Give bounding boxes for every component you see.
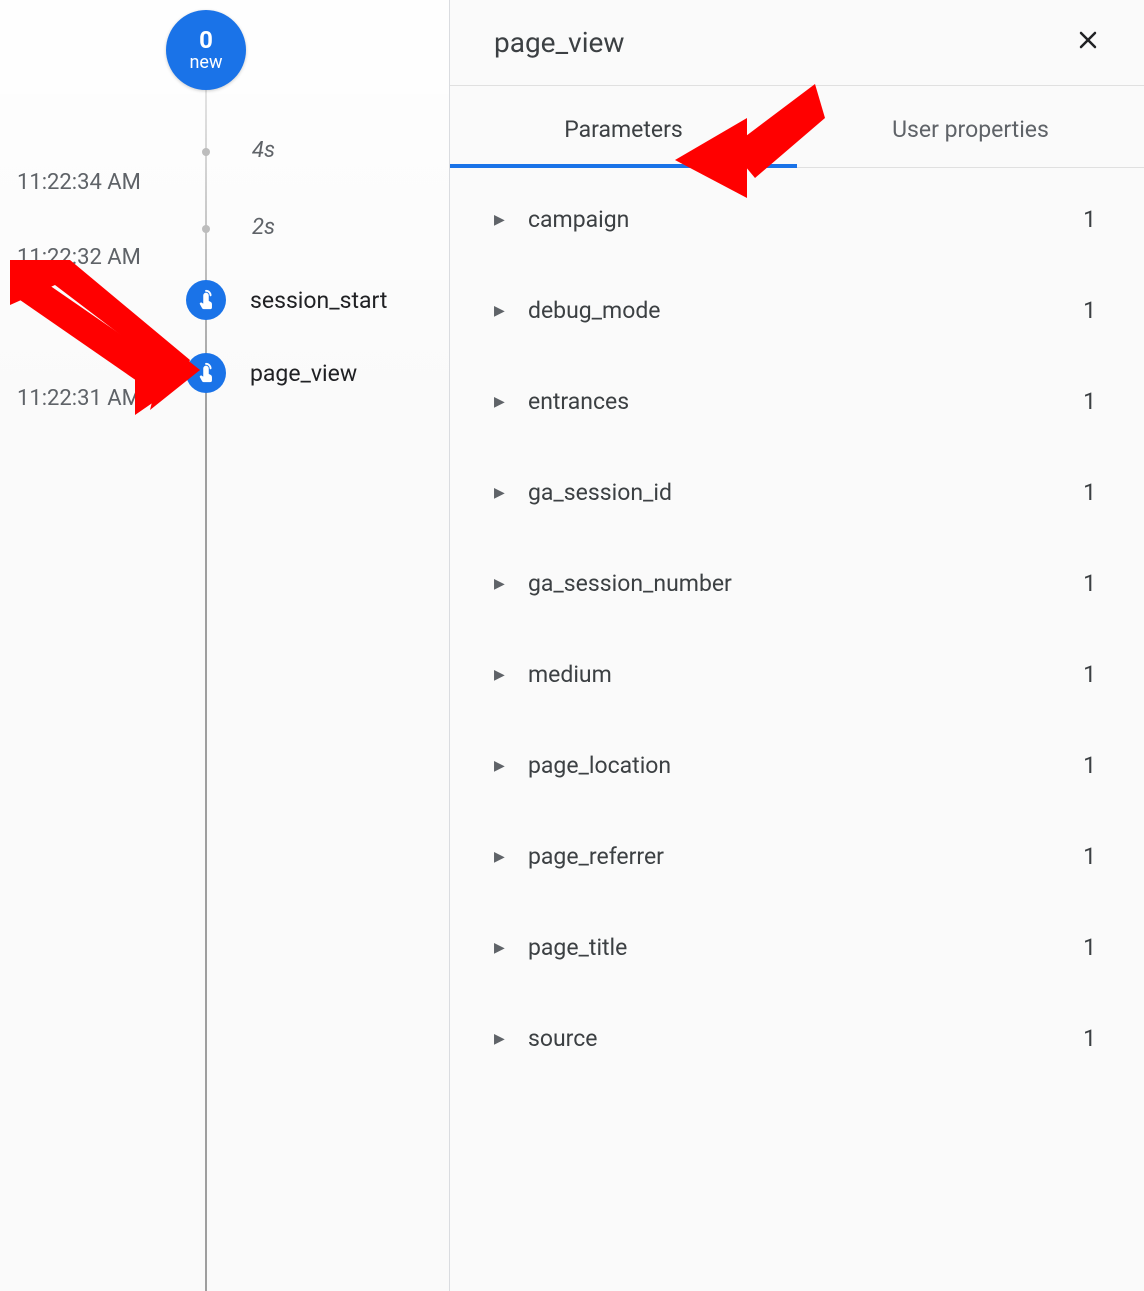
timeline-line — [205, 85, 207, 1291]
new-events-count: 0 — [199, 28, 213, 52]
parameter-count: 1 — [1083, 297, 1096, 324]
parameter-row[interactable]: ▶ page_location 1 — [450, 720, 1144, 811]
details-header: page_view — [450, 0, 1144, 86]
duration-label: 4s — [252, 138, 275, 163]
parameter-key: entrances — [528, 388, 1083, 415]
expand-icon: ▶ — [494, 667, 506, 683]
annotation-arrow-icon — [675, 78, 825, 198]
parameter-key: ga_session_number — [528, 570, 1083, 597]
parameter-row[interactable]: ▶ debug_mode 1 — [450, 265, 1144, 356]
event-label: page_view — [250, 360, 357, 387]
parameter-count: 1 — [1083, 570, 1096, 597]
parameter-key: page_location — [528, 752, 1083, 779]
event-label: session_start — [250, 287, 387, 314]
event-session-start[interactable]: session_start — [186, 280, 387, 320]
new-events-label: new — [189, 54, 222, 72]
tab-label: User properties — [892, 116, 1049, 143]
expand-icon: ▶ — [494, 849, 506, 865]
expand-icon: ▶ — [494, 303, 506, 319]
timeline-tick-dot — [202, 148, 210, 156]
parameter-row[interactable]: ▶ source 1 — [450, 993, 1144, 1084]
timeline-tick-dot — [202, 225, 210, 233]
parameter-count: 1 — [1083, 388, 1096, 415]
parameter-row[interactable]: ▶ entrances 1 — [450, 356, 1144, 447]
expand-icon: ▶ — [494, 940, 506, 956]
parameter-count: 1 — [1083, 934, 1096, 961]
parameter-count: 1 — [1083, 843, 1096, 870]
parameter-row[interactable]: ▶ ga_session_id 1 — [450, 447, 1144, 538]
timeline-pane: 0 new 4s 11:22:34 AM 2s 11:22:32 AM sess… — [0, 0, 450, 1291]
expand-icon: ▶ — [494, 394, 506, 410]
parameter-key: campaign — [528, 206, 1083, 233]
tab-label: Parameters — [564, 116, 683, 143]
close-icon[interactable] — [1072, 24, 1104, 61]
parameter-key: page_referrer — [528, 843, 1083, 870]
parameter-row[interactable]: ▶ medium 1 — [450, 629, 1144, 720]
expand-icon: ▶ — [494, 485, 506, 501]
duration-label: 2s — [252, 215, 275, 240]
parameter-key: page_title — [528, 934, 1083, 961]
parameter-row[interactable]: ▶ page_title 1 — [450, 902, 1144, 993]
expand-icon: ▶ — [494, 576, 506, 592]
event-page-view[interactable]: page_view — [186, 353, 357, 393]
parameter-row[interactable]: ▶ page_referrer 1 — [450, 811, 1144, 902]
details-pane: page_view Parameters User properties — [450, 0, 1144, 1291]
parameter-count: 1 — [1083, 479, 1096, 506]
parameter-list: ▶ campaign 1 ▶ debug_mode 1 ▶ entrances … — [450, 168, 1144, 1291]
parameter-row[interactable]: ▶ ga_session_number 1 — [450, 538, 1144, 629]
parameter-key: debug_mode — [528, 297, 1083, 324]
annotation-arrow-icon — [0, 250, 200, 420]
expand-icon: ▶ — [494, 212, 506, 228]
parameter-key: source — [528, 1025, 1083, 1052]
parameter-count: 1 — [1083, 661, 1096, 688]
new-events-badge[interactable]: 0 new — [166, 10, 246, 90]
parameter-count: 1 — [1083, 752, 1096, 779]
parameter-count: 1 — [1083, 206, 1096, 233]
parameter-count: 1 — [1083, 1025, 1096, 1052]
tab-user-properties[interactable]: User properties — [797, 86, 1144, 167]
expand-icon: ▶ — [494, 1031, 506, 1047]
expand-icon: ▶ — [494, 758, 506, 774]
details-title: page_view — [494, 26, 624, 59]
parameter-key: ga_session_id — [528, 479, 1083, 506]
parameter-key: medium — [528, 661, 1083, 688]
timestamp-label: 11:22:34 AM — [17, 170, 141, 195]
